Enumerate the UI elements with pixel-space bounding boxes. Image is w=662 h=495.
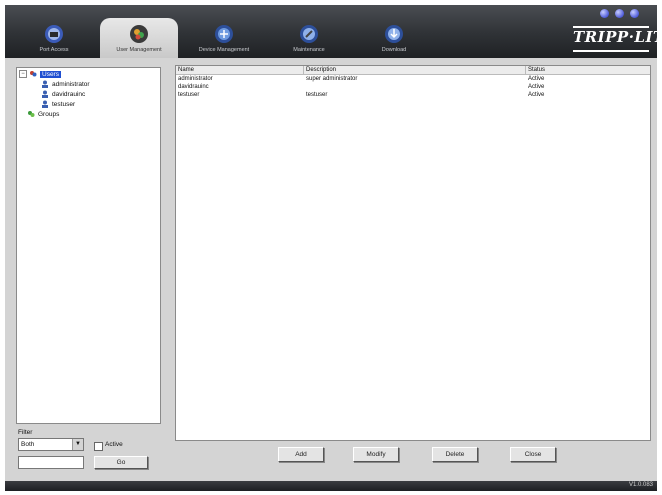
close-icon[interactable] xyxy=(630,9,639,18)
tab-maintenance[interactable]: Maintenance xyxy=(270,18,348,58)
column-header-name[interactable]: Name xyxy=(176,66,304,74)
user-icon xyxy=(42,100,48,109)
minimize-icon[interactable] xyxy=(600,9,610,18)
add-button[interactable]: Add xyxy=(278,447,324,462)
cell-description: testuser xyxy=(306,92,328,98)
users-folder-icon xyxy=(30,71,37,77)
tree-item-user[interactable]: administrator xyxy=(41,80,90,90)
filter-select[interactable]: Both ▼ xyxy=(18,438,84,451)
table-row[interactable]: testuser testuser Active xyxy=(176,91,650,99)
tree-label: Users xyxy=(40,71,61,78)
active-checkbox[interactable] xyxy=(94,442,103,451)
modify-button[interactable]: Modify xyxy=(353,447,399,462)
tree-item-users[interactable]: − Users xyxy=(19,70,61,80)
active-label: Active xyxy=(105,441,123,448)
cell-status: Active xyxy=(528,84,545,90)
brand-logo: TRIPP·LITE xyxy=(573,26,657,52)
cell-description: super administrator xyxy=(306,76,358,82)
filter-input[interactable] xyxy=(18,456,84,469)
tab-device-management[interactable]: Device Management xyxy=(185,18,263,58)
tab-download[interactable]: Download xyxy=(355,18,433,58)
tree-label: davidrauinc xyxy=(52,91,86,98)
tab-label: Device Management xyxy=(198,47,250,53)
tree-label: administrator xyxy=(52,81,90,88)
cell-status: Active xyxy=(528,92,545,98)
maintenance-icon xyxy=(300,25,318,43)
tab-label: Maintenance xyxy=(293,47,325,53)
cell-status: Active xyxy=(528,76,545,82)
tree-item-user[interactable]: testuser xyxy=(41,100,75,110)
table-row[interactable]: administrator super administrator Active xyxy=(176,75,650,83)
user-icon xyxy=(42,90,48,99)
window-controls xyxy=(596,9,639,20)
groups-icon xyxy=(28,111,35,118)
cell-name: testuser xyxy=(178,92,200,98)
column-header-description[interactable]: Description xyxy=(304,66,526,74)
tab-label: User Management xyxy=(116,47,162,53)
cell-description xyxy=(304,83,306,91)
tree-label: testuser xyxy=(52,101,76,108)
tree-item-groups[interactable]: Groups xyxy=(27,110,59,120)
collapse-icon[interactable]: − xyxy=(19,70,27,79)
filter-select-value: Both xyxy=(21,441,35,448)
close-button[interactable]: Close xyxy=(510,447,556,462)
user-table: Name Description Status administrator su… xyxy=(175,65,651,441)
header-bar: Port Access User Management Device Manag… xyxy=(5,5,657,58)
delete-button[interactable]: Delete xyxy=(432,447,478,462)
go-button[interactable]: Go xyxy=(94,456,148,469)
chevron-down-icon[interactable]: ▼ xyxy=(72,439,83,450)
device-management-icon xyxy=(215,25,233,43)
app-window: Port Access User Management Device Manag… xyxy=(5,5,657,491)
tab-user-management[interactable]: User Management xyxy=(100,18,178,58)
user-management-icon xyxy=(130,25,148,43)
user-icon xyxy=(42,80,48,89)
filter-label: Filter xyxy=(18,429,33,436)
tab-label: Download xyxy=(381,47,407,53)
user-tree: − Users administrator davidrauinc testuse… xyxy=(16,67,161,424)
download-icon xyxy=(385,25,403,43)
help-icon[interactable] xyxy=(615,9,625,18)
tab-port-access[interactable]: Port Access xyxy=(15,18,93,58)
version-label: V1.0.083 xyxy=(628,482,653,488)
table-row[interactable]: davidrauinc Active xyxy=(176,83,650,91)
tab-label: Port Access xyxy=(39,47,69,53)
tree-item-user[interactable]: davidrauinc xyxy=(41,90,85,100)
table-header: Name Description Status xyxy=(176,66,650,75)
column-header-status[interactable]: Status xyxy=(526,66,650,74)
port-access-icon xyxy=(45,25,63,43)
cell-name: administrator xyxy=(178,76,213,82)
tree-label: Groups xyxy=(38,111,60,118)
status-bar: V1.0.083 xyxy=(5,481,657,491)
cell-name: davidrauinc xyxy=(178,84,209,90)
